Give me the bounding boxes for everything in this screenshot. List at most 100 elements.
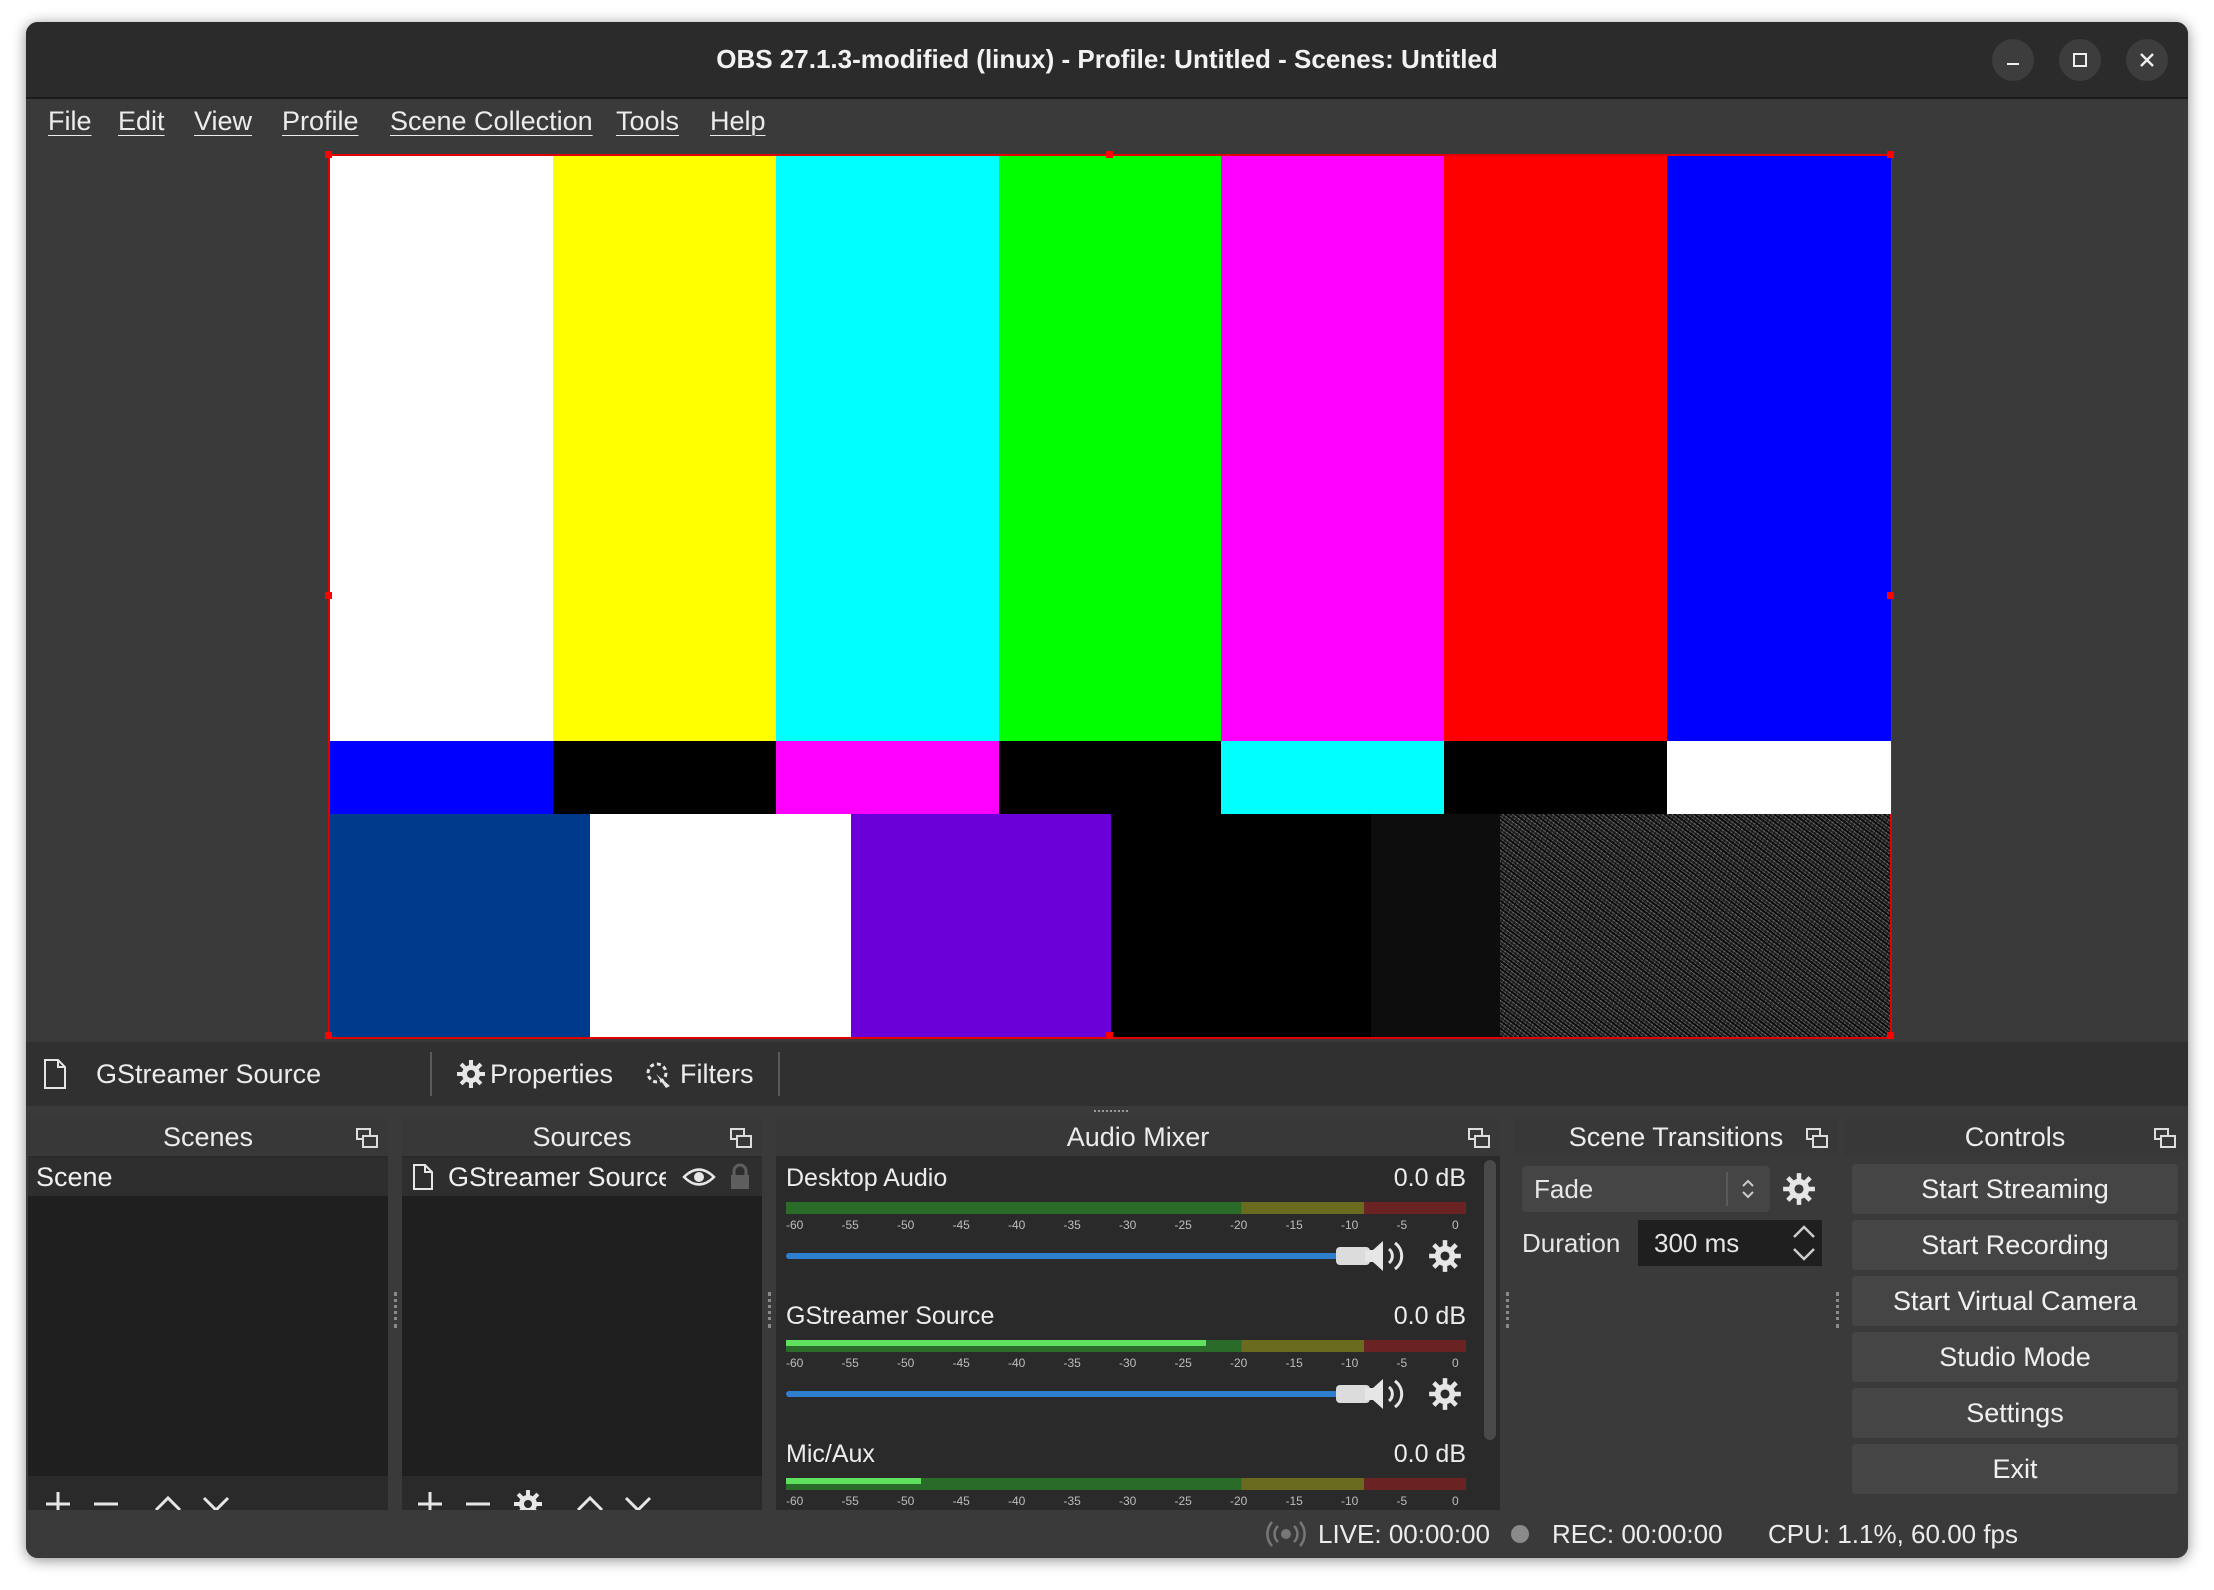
meter-tick-label: -35 xyxy=(1063,1356,1081,1370)
resize-handle[interactable] xyxy=(325,151,332,158)
transition-select[interactable]: Fade xyxy=(1522,1166,1770,1212)
scenes-dock: Scenes Scene xyxy=(28,1118,388,1530)
resize-handle[interactable] xyxy=(1887,1032,1894,1039)
maximize-icon xyxy=(2073,53,2087,67)
resize-handle[interactable] xyxy=(1106,151,1113,158)
resize-handle[interactable] xyxy=(325,592,332,599)
meter-tick-label: -30 xyxy=(1119,1356,1137,1370)
meter-tick-label: -45 xyxy=(952,1218,970,1232)
properties-button[interactable]: Properties xyxy=(450,1042,620,1106)
color-bar xyxy=(1667,741,1891,814)
dock-resize-grip[interactable] xyxy=(1094,1110,1128,1116)
start-recording-button[interactable]: Start Recording xyxy=(1852,1220,2178,1270)
mixer-scrollbar[interactable] xyxy=(1484,1160,1496,1440)
resize-handle[interactable] xyxy=(1106,1032,1113,1039)
menu-edit[interactable]: Edit xyxy=(118,99,165,144)
meter-tick-label: -45 xyxy=(952,1356,970,1370)
status-bar: LIVE: 00:00:00 REC: 00:00:00 CPU: 1.1%, … xyxy=(26,1510,2188,1558)
undock-icon[interactable] xyxy=(356,1128,378,1148)
resize-handle[interactable] xyxy=(325,1032,332,1039)
color-bar xyxy=(330,156,554,741)
undock-icon[interactable] xyxy=(1468,1128,1490,1148)
studio-mode-button[interactable]: Studio Mode xyxy=(1852,1332,2178,1382)
undock-icon[interactable] xyxy=(1806,1128,1828,1148)
scenes-list[interactable]: Scene xyxy=(28,1158,388,1476)
meter-scale: -60 -55 -50 -45 -40 -35 -30 -25 -20 -15 -10 -5 0 xyxy=(786,1356,1466,1374)
resize-handle[interactable] xyxy=(1887,151,1894,158)
meter-tick-label: -40 xyxy=(1008,1356,1026,1370)
meter-tick-label: -35 xyxy=(1063,1494,1081,1508)
menu-profile[interactable]: Profile xyxy=(282,99,359,144)
meter-tick-label: -30 xyxy=(1119,1218,1137,1232)
selected-source-name: GStreamer Source xyxy=(96,1059,322,1089)
meter-tick-label: -50 xyxy=(897,1494,915,1508)
meter-tick-label: -35 xyxy=(1063,1218,1081,1232)
exit-button[interactable]: Exit xyxy=(1852,1444,2178,1494)
channel-name: GStreamer Source xyxy=(786,1302,995,1330)
eye-icon[interactable] xyxy=(682,1166,716,1188)
start-streaming-button[interactable]: Start Streaming xyxy=(1852,1164,2178,1214)
maximize-button[interactable] xyxy=(2059,39,2101,81)
updown-chevron-icon xyxy=(1742,1179,1754,1199)
duration-spinbox[interactable]: 300 ms xyxy=(1638,1220,1822,1266)
meter-tick-label: -20 xyxy=(1230,1356,1248,1370)
meter-level xyxy=(786,1478,921,1484)
color-bar xyxy=(851,814,1111,1037)
chevron-down-icon[interactable] xyxy=(1790,1244,1818,1264)
volume-slider[interactable] xyxy=(786,1391,1346,1397)
gear-icon[interactable] xyxy=(1428,1239,1462,1273)
meter-level xyxy=(786,1340,1206,1346)
title-bar[interactable]: OBS 27.1.3-modified (linux) - Profile: U… xyxy=(26,22,2188,99)
filters-button[interactable]: Filters xyxy=(640,1042,800,1106)
gear-icon[interactable] xyxy=(1428,1377,1462,1411)
speaker-icon[interactable] xyxy=(1362,1238,1408,1274)
lock-icon[interactable] xyxy=(728,1163,752,1191)
close-button[interactable] xyxy=(2126,39,2168,81)
cpu-status: CPU: 1.1%, 60.00 fps xyxy=(1768,1519,2019,1549)
menu-help[interactable]: Help xyxy=(710,99,766,144)
menu-tools[interactable]: Tools xyxy=(616,99,679,144)
window-title: OBS 27.1.3-modified (linux) - Profile: U… xyxy=(716,44,1498,74)
filters-label: Filters xyxy=(680,1059,754,1089)
meter-tick-label: -60 xyxy=(786,1356,804,1370)
gear-icon xyxy=(1783,1173,1815,1205)
meter-tick-label: -15 xyxy=(1285,1494,1303,1508)
minimize-icon xyxy=(2007,63,2019,65)
transition-settings-button[interactable] xyxy=(1782,1172,1816,1206)
undock-icon[interactable] xyxy=(2154,1128,2176,1148)
scene-list-item[interactable]: Scene xyxy=(28,1158,388,1196)
sources-list[interactable]: GStreamer Source xyxy=(402,1158,762,1476)
preview-canvas[interactable] xyxy=(328,154,1892,1039)
splitter-grip[interactable] xyxy=(1836,1292,1843,1328)
scene-transitions-title: Scene Transitions xyxy=(1514,1118,1838,1156)
volume-slider[interactable] xyxy=(786,1253,1346,1259)
meter-tick-label: -40 xyxy=(1008,1494,1026,1508)
meter-tick-label: 0 xyxy=(1452,1356,1459,1370)
mixer-channels: Desktop Audio 0.0 dB -60 -55 -50 -45 -40 -35 -30… xyxy=(776,1158,1484,1530)
settings-button[interactable]: Settings xyxy=(1852,1388,2178,1438)
undock-icon[interactable] xyxy=(730,1128,752,1148)
splitter-grip[interactable] xyxy=(394,1292,401,1328)
channel-db: 0.0 dB xyxy=(1393,1440,1466,1468)
menu-scene-collection[interactable]: Scene Collection xyxy=(390,99,593,144)
source-list-item[interactable]: GStreamer Source xyxy=(402,1158,762,1196)
color-bar xyxy=(1444,156,1669,741)
broadcast-icon xyxy=(1266,1521,1306,1547)
chevron-up-icon[interactable] xyxy=(1790,1222,1818,1242)
speaker-icon[interactable] xyxy=(1362,1376,1408,1412)
minimize-button[interactable] xyxy=(1992,39,2034,81)
start-virtual-camera-button[interactable]: Start Virtual Camera xyxy=(1852,1276,2178,1326)
menu-view[interactable]: View xyxy=(194,99,252,144)
meter-tick-label: -55 xyxy=(841,1494,859,1508)
meter-tick-label: -30 xyxy=(1119,1494,1137,1508)
meter-tick-label: -25 xyxy=(1174,1356,1192,1370)
resize-handle[interactable] xyxy=(1887,592,1894,599)
meter-tick-label: 0 xyxy=(1452,1218,1459,1232)
channel-db: 0.0 dB xyxy=(1393,1164,1466,1192)
splitter-grip[interactable] xyxy=(768,1292,775,1328)
menu-file[interactable]: File xyxy=(48,99,92,144)
color-bar xyxy=(330,741,554,814)
sources-dock: Sources GStreamer Source xyxy=(402,1118,762,1530)
meter-tick-label: 0 xyxy=(1452,1494,1459,1508)
splitter-grip[interactable] xyxy=(1506,1292,1513,1328)
